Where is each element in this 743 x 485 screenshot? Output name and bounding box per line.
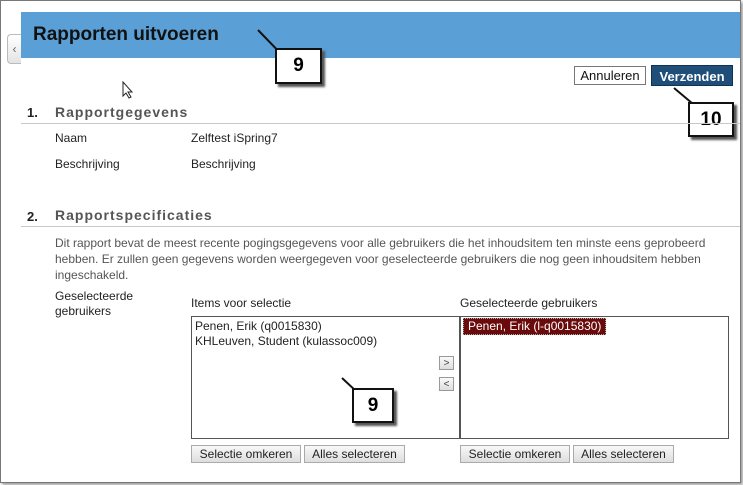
section-number: 2. <box>27 209 38 224</box>
page-header: Rapporten uitvoeren <box>21 12 740 58</box>
select-all-button[interactable]: Alles selecteren <box>304 445 405 463</box>
move-left-icon[interactable]: < <box>439 377 454 391</box>
section-number: 1. <box>27 105 38 120</box>
page-title: Rapporten uitvoeren <box>33 24 219 45</box>
section-title: Rapportspecificaties <box>55 207 213 223</box>
mouse-pointer-icon <box>122 81 134 99</box>
step-callout-submit: 10 <box>688 102 734 137</box>
invert-selection-button[interactable]: Selectie omkeren <box>460 445 570 463</box>
invert-selection-button[interactable]: Selectie omkeren <box>191 445 301 463</box>
chevron-left-icon[interactable]: ‹ <box>7 34 21 64</box>
submit-button[interactable]: Verzenden <box>651 65 733 86</box>
list-item[interactable]: KHLeuven, Student (kulassoc009) <box>192 334 459 349</box>
move-right-icon[interactable]: > <box>439 356 454 370</box>
select-all-button[interactable]: Alles selecteren <box>573 445 674 463</box>
name-label: Naam <box>55 131 88 145</box>
description-label: Beschrijving <box>55 157 120 171</box>
description-value: Beschrijving <box>191 157 256 171</box>
available-list-header: Items voor selectie <box>191 296 292 310</box>
name-value: Zelftest iSpring7 <box>191 131 278 145</box>
section-divider <box>21 226 740 227</box>
selected-users-label: Geselecteerde gebruikers <box>55 289 134 318</box>
list-item-selected[interactable]: Penen, Erik (l-q0015830) <box>463 318 607 335</box>
cancel-button[interactable]: Annuleren <box>574 66 646 85</box>
section-description: Dit rapport bevat de meest recente pogin… <box>55 236 706 282</box>
section-divider <box>21 123 740 124</box>
step-callout-header: 9 <box>275 48 322 84</box>
step-callout-list: 9 <box>352 388 394 423</box>
available-users-list[interactable]: Penen, Erik (q0015830) KHLeuven, Student… <box>191 316 460 439</box>
section-title: Rapportgegevens <box>55 104 189 120</box>
list-item[interactable]: Penen, Erik (q0015830) <box>192 319 459 334</box>
selected-users-list[interactable]: Penen, Erik (l-q0015830) <box>460 316 729 439</box>
window-frame: ‹ Rapporten uitvoeren 9 Annuleren Verzen… <box>0 0 741 483</box>
selected-list-header: Geselecteerde gebruikers <box>460 296 598 310</box>
